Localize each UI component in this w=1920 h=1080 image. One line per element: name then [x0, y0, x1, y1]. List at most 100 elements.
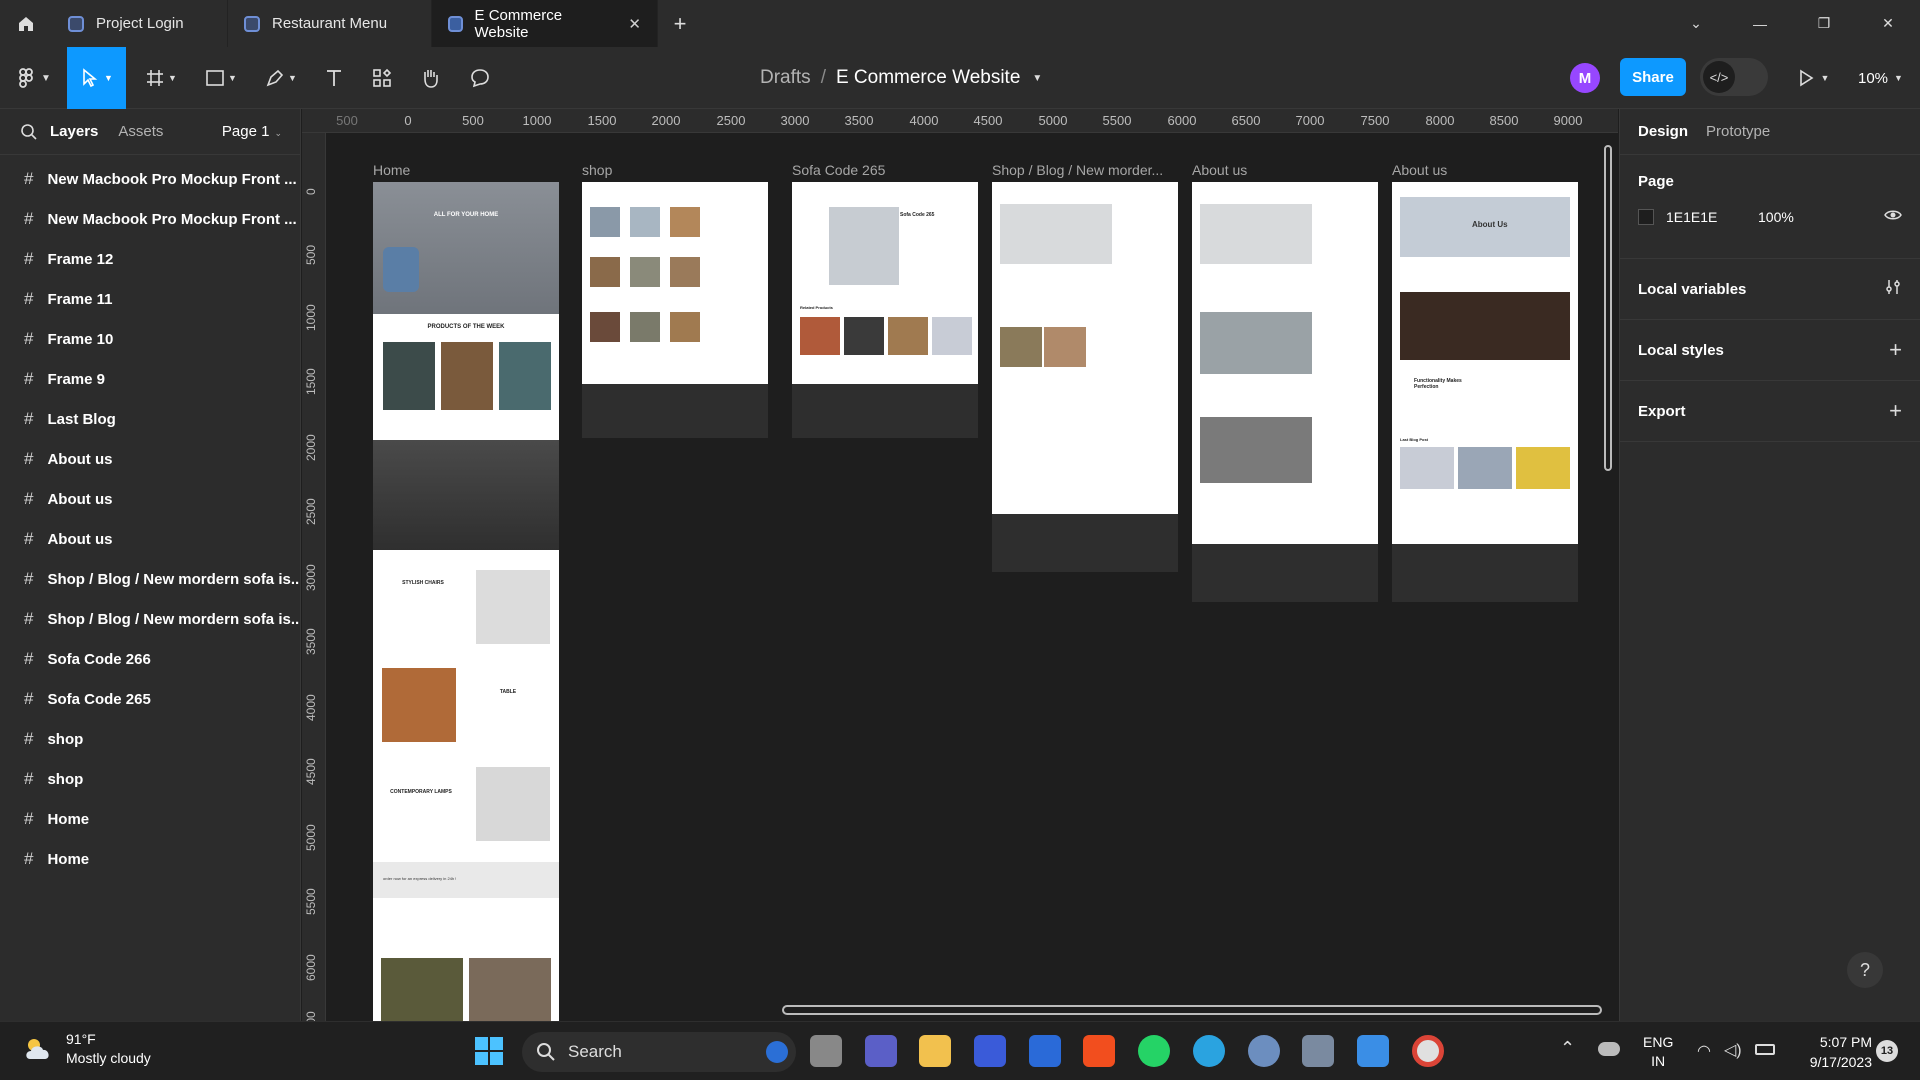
notepad-icon[interactable]	[1357, 1035, 1389, 1067]
main-menu-button[interactable]: ▼	[10, 47, 56, 109]
camera-icon[interactable]	[1302, 1035, 1334, 1067]
tab-restaurant-menu[interactable]: Restaurant Menu	[228, 0, 432, 47]
frame-shop[interactable]	[582, 182, 768, 384]
local-styles-section[interactable]: Local styles +	[1620, 320, 1920, 381]
tab-prototype[interactable]: Prototype	[1706, 123, 1770, 140]
editor-app-icon[interactable]	[974, 1035, 1006, 1067]
layer-item[interactable]: # shop	[0, 759, 300, 799]
teams-icon[interactable]	[865, 1035, 897, 1067]
eye-icon[interactable]	[1884, 208, 1902, 225]
clock[interactable]: 5:07 PM 9/17/2023	[1792, 1032, 1872, 1072]
wifi-icon[interactable]: ◠	[1697, 1041, 1711, 1061]
layer-item[interactable]: # Last Blog	[0, 399, 300, 439]
notification-badge[interactable]: 13	[1876, 1040, 1898, 1062]
layer-item[interactable]: # New Macbook Pro Mockup Front ...	[0, 199, 300, 239]
file-explorer-icon[interactable]	[919, 1035, 951, 1067]
start-button[interactable]	[474, 1036, 504, 1066]
layer-item[interactable]: # Sofa Code 266	[0, 639, 300, 679]
hand-tool-button[interactable]	[412, 47, 448, 109]
export-section[interactable]: Export +	[1620, 381, 1920, 442]
task-view-icon[interactable]	[810, 1035, 842, 1067]
taskbar-search[interactable]: Search	[522, 1032, 796, 1072]
frame-tool-button[interactable]: ▼	[138, 47, 184, 109]
frame-about-us-2[interactable]: About Us Functionality Makes Perfection …	[1392, 182, 1578, 544]
plus-icon[interactable]: +	[1889, 337, 1902, 363]
frame-label-about-us-2[interactable]: About us	[1392, 162, 1447, 178]
variables-icon[interactable]	[1884, 276, 1902, 302]
layer-item[interactable]: # Sofa Code 265	[0, 679, 300, 719]
frame-label-shop[interactable]: shop	[582, 162, 612, 178]
move-tool-button[interactable]: ▼	[67, 47, 126, 109]
onedrive-icon[interactable]	[1598, 1042, 1620, 1056]
search-icon[interactable]	[20, 123, 38, 141]
telegram-icon[interactable]	[1193, 1035, 1225, 1067]
vertical-scrollbar[interactable]	[1604, 145, 1612, 471]
layer-item[interactable]: # Frame 11	[0, 279, 300, 319]
resources-button[interactable]	[364, 47, 400, 109]
layer-item[interactable]: # shop	[0, 719, 300, 759]
zoom-dropdown[interactable]: 10% ▼	[1858, 47, 1903, 109]
frame-blog[interactable]	[992, 182, 1178, 514]
layer-item[interactable]: # Shop / Blog / New mordern sofa is...	[0, 599, 300, 639]
home-button[interactable]	[0, 0, 52, 47]
layer-item[interactable]: # Frame 10	[0, 319, 300, 359]
tab-assets[interactable]: Assets	[118, 123, 163, 140]
volume-icon[interactable]: ◁)	[1724, 1040, 1742, 1060]
page-selector[interactable]: Page 1 ⌄	[222, 123, 282, 140]
tab-project-login[interactable]: Project Login	[52, 0, 228, 47]
plus-icon[interactable]: +	[1889, 398, 1902, 424]
frame-label-blog[interactable]: Shop / Blog / New morder...	[992, 162, 1178, 178]
close-window-button[interactable]: ✕	[1856, 0, 1920, 47]
layer-item[interactable]: # About us	[0, 519, 300, 559]
frame-label-about-us[interactable]: About us	[1192, 162, 1247, 178]
language-indicator[interactable]: ENG IN	[1643, 1033, 1673, 1071]
design-canvas[interactable]: 500 0 500 1000 1500 2000 2500 3000 3500 …	[302, 109, 1618, 1021]
layer-item[interactable]: # Home	[0, 799, 300, 839]
share-button[interactable]: Share	[1620, 58, 1686, 96]
shape-tool-button[interactable]: ▼	[198, 47, 244, 109]
text-tool-button[interactable]	[316, 47, 352, 109]
breadcrumb-drafts[interactable]: Drafts	[760, 67, 811, 89]
weather-widget[interactable]: 91°F Mostly cloudy	[22, 1030, 151, 1068]
layer-item[interactable]: # New Macbook Pro Mockup Front ...	[0, 159, 300, 199]
layer-item[interactable]: # About us	[0, 439, 300, 479]
present-button[interactable]: ▼	[1788, 47, 1838, 109]
page-opacity[interactable]: 100%	[1758, 209, 1794, 225]
comment-tool-button[interactable]	[462, 47, 498, 109]
minimize-button[interactable]: —	[1728, 0, 1792, 47]
frame-sofa-code-265[interactable]: Sofa Code 265 Related Products	[792, 182, 978, 384]
system-tray-chevron-icon[interactable]: ⌃	[1560, 1038, 1575, 1059]
maximize-button[interactable]: ❐	[1792, 0, 1856, 47]
new-tab-button[interactable]: +	[658, 11, 702, 37]
pen-tool-button[interactable]: ▼	[258, 47, 304, 109]
frame-home[interactable]: ALL FOR YOUR HOME PRODUCTS OF THE WEEK S…	[373, 182, 559, 1021]
horizontal-scrollbar[interactable]	[782, 1005, 1602, 1015]
figma-app-icon[interactable]	[1083, 1035, 1115, 1067]
chevron-down-icon[interactable]: ▼	[1032, 73, 1042, 84]
local-variables-section[interactable]: Local variables	[1620, 259, 1920, 320]
microsoft-store-icon[interactable]	[1029, 1035, 1061, 1067]
chevron-down-icon[interactable]: ⌄	[1664, 0, 1728, 47]
whatsapp-icon[interactable]	[1138, 1035, 1170, 1067]
page-color-hex[interactable]: 1E1E1E	[1666, 209, 1758, 225]
close-tab-icon[interactable]: ✕	[628, 15, 641, 33]
chrome-icon[interactable]	[1412, 1035, 1444, 1067]
file-name[interactable]: E Commerce Website	[836, 67, 1020, 89]
layer-item[interactable]: # Shop / Blog / New mordern sofa is...	[0, 559, 300, 599]
battery-icon[interactable]	[1755, 1044, 1775, 1055]
frame-about-us[interactable]	[1192, 182, 1378, 544]
dev-mode-toggle[interactable]: </>	[1700, 58, 1768, 96]
tab-design[interactable]: Design	[1638, 123, 1688, 140]
layer-item[interactable]: # Frame 12	[0, 239, 300, 279]
help-button[interactable]: ?	[1847, 952, 1883, 988]
color-swatch[interactable]	[1638, 208, 1654, 225]
frame-label-sofa-code-265[interactable]: Sofa Code 265	[792, 162, 885, 178]
avatar[interactable]: M	[1570, 63, 1600, 93]
frame-label-home[interactable]: Home	[373, 162, 410, 178]
layer-item[interactable]: # About us	[0, 479, 300, 519]
tab-layers[interactable]: Layers	[50, 123, 98, 140]
layer-item[interactable]: # Home	[0, 839, 300, 879]
settings-gear-icon[interactable]	[1248, 1035, 1280, 1067]
tab-e-commerce-website[interactable]: E Commerce Website ✕	[432, 0, 658, 47]
layer-item[interactable]: # Frame 9	[0, 359, 300, 399]
